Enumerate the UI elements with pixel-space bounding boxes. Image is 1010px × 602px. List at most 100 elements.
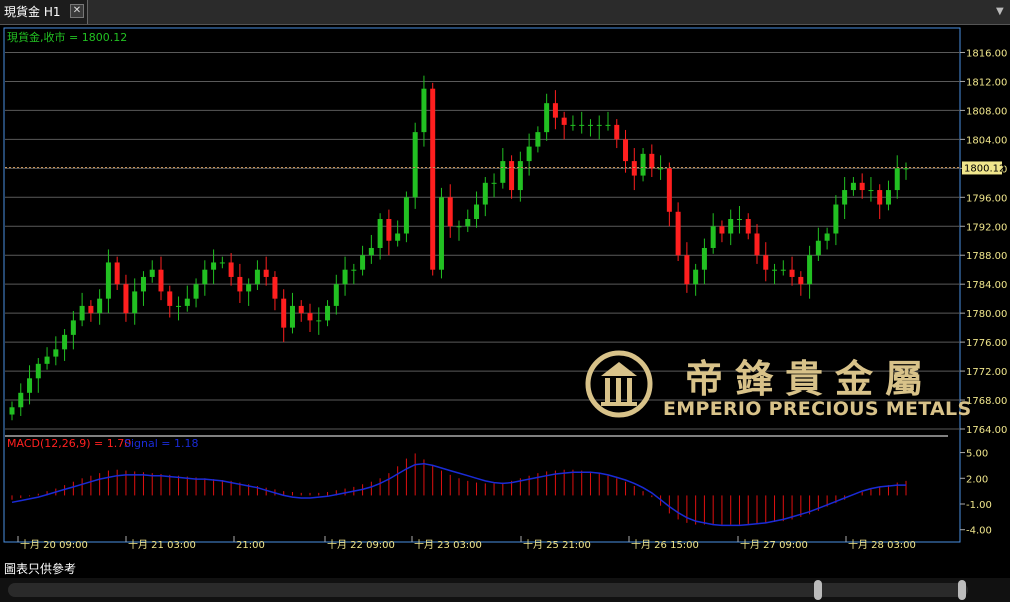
macd-tick-label: -1.00 xyxy=(966,500,992,511)
price-tick-label: 1796.00 xyxy=(966,193,1007,204)
candle-body xyxy=(754,233,760,256)
signal-label: Signal = 1.18 xyxy=(124,437,199,450)
candle-body xyxy=(868,190,874,192)
candle-body xyxy=(649,153,655,169)
range-handle-right[interactable] xyxy=(958,580,966,600)
candle-body xyxy=(377,219,383,248)
dropdown-arrow-icon[interactable]: ▼ xyxy=(996,7,1006,17)
watermark-english: EMPERIO PRECIOUS METALS xyxy=(663,398,972,420)
price-tick-label: 1808.00 xyxy=(966,106,1007,117)
history-scrollbar[interactable] xyxy=(0,578,1010,602)
candle-body xyxy=(517,161,523,191)
candle-body xyxy=(27,378,33,393)
time-tick-label: 十月 22 09:00 xyxy=(327,538,395,551)
chart-tab[interactable]: 現貨金 H1 ✕ xyxy=(0,0,88,24)
candle-body xyxy=(351,269,357,271)
candle-body xyxy=(850,182,856,191)
candle-body xyxy=(798,276,804,285)
price-tick-label: 1768.00 xyxy=(966,396,1007,407)
candle-body xyxy=(430,88,436,270)
time-tick-label: 十月 23 03:00 xyxy=(414,538,482,551)
candle-body xyxy=(123,284,129,314)
candle-body xyxy=(219,262,225,264)
candle-body xyxy=(184,298,190,306)
current-price-badge: 1800.12 xyxy=(962,161,1005,175)
chart-frame xyxy=(3,27,961,543)
time-tick-label: 十月 21 03:00 xyxy=(128,538,196,551)
candle-body xyxy=(53,349,59,357)
disclaimer-text: 圖表只供參考 xyxy=(4,562,77,576)
emperio-emblem-icon xyxy=(585,350,653,418)
price-tick-label: 1780.00 xyxy=(966,309,1007,320)
price-tick-label: 1816.00 xyxy=(966,48,1007,59)
price-tick-label: 1792.00 xyxy=(966,222,1007,233)
time-tick-label: 十月 28 03:00 xyxy=(848,538,916,551)
candle-body xyxy=(35,363,41,379)
candle-body xyxy=(342,269,348,285)
candle-body xyxy=(176,305,182,307)
time-tick-label: 十月 20 09:00 xyxy=(20,538,88,551)
candle-body xyxy=(885,190,891,205)
macd-tick-label: 2.00 xyxy=(966,474,988,485)
candle-body xyxy=(360,255,366,270)
tab-bar: 現貨金 H1 ✕ ▼ xyxy=(0,0,1010,25)
scroll-track[interactable] xyxy=(8,583,968,597)
candle-body xyxy=(807,255,813,285)
candle-body xyxy=(877,190,883,205)
candle-body xyxy=(105,262,111,299)
candle-body xyxy=(97,298,103,314)
candle-body xyxy=(552,103,558,118)
price-chart[interactable]: 現貨金,收市 = 1800.12 1816.00 1812.00 1808.00 18… xyxy=(0,24,1010,554)
price-tick-label: 1764.00 xyxy=(966,425,1007,436)
time-axis: 十月 20 09:00 十月 21 03:00 21:00 十月 22 09:00 十月… xyxy=(17,536,916,551)
watermark-chinese: 帝鋒貴金屬 xyxy=(685,356,936,401)
candle-body xyxy=(500,161,506,183)
candle-body xyxy=(719,226,725,234)
candle-body xyxy=(386,219,392,241)
price-axis: 1816.001812.001808.001804.001800.001796.… xyxy=(960,48,1007,436)
candle-body xyxy=(631,161,637,176)
candle-body xyxy=(763,255,769,270)
candle-body xyxy=(412,132,418,198)
time-tick-label: 21:00 xyxy=(236,540,265,551)
candle-body xyxy=(158,269,164,292)
candle-body xyxy=(815,240,821,256)
candle-body xyxy=(614,124,620,140)
range-handle-left[interactable] xyxy=(814,580,822,600)
candle-body xyxy=(570,124,576,126)
candle-body xyxy=(605,124,611,126)
candle-body xyxy=(316,320,322,322)
candle-body xyxy=(903,168,909,170)
candle-body xyxy=(842,190,848,205)
candle-body xyxy=(701,247,707,270)
candle-body xyxy=(596,124,602,126)
candle-body xyxy=(281,298,287,328)
macd-label: MACD(12,26,9) = 1.70 xyxy=(7,437,131,450)
candle-body xyxy=(465,219,471,227)
candle-body xyxy=(88,305,94,314)
candle-body xyxy=(710,226,716,248)
candle-body xyxy=(491,182,497,184)
candle-body xyxy=(140,276,146,292)
macd-tick-label: 5.00 xyxy=(966,449,988,460)
candle-body xyxy=(894,168,900,191)
price-tick-label: 1784.00 xyxy=(966,280,1007,291)
candle-body xyxy=(193,284,199,299)
macd-histogram xyxy=(11,453,907,525)
candle-body xyxy=(325,305,331,321)
candle-body xyxy=(535,132,541,147)
close-icon[interactable]: ✕ xyxy=(70,4,84,18)
candle-body xyxy=(70,320,76,335)
candle-body xyxy=(228,262,234,277)
candle-body xyxy=(447,197,453,227)
candle-body xyxy=(237,276,243,292)
candle-body xyxy=(79,305,85,321)
candle-body xyxy=(693,269,699,285)
candle-body xyxy=(395,233,401,241)
candle-body xyxy=(246,284,252,292)
price-tick-label: 1776.00 xyxy=(966,338,1007,349)
candle-body xyxy=(728,219,734,234)
candle-body xyxy=(509,161,515,191)
candle-body xyxy=(684,255,690,285)
price-tick-label: 1772.00 xyxy=(966,367,1007,378)
